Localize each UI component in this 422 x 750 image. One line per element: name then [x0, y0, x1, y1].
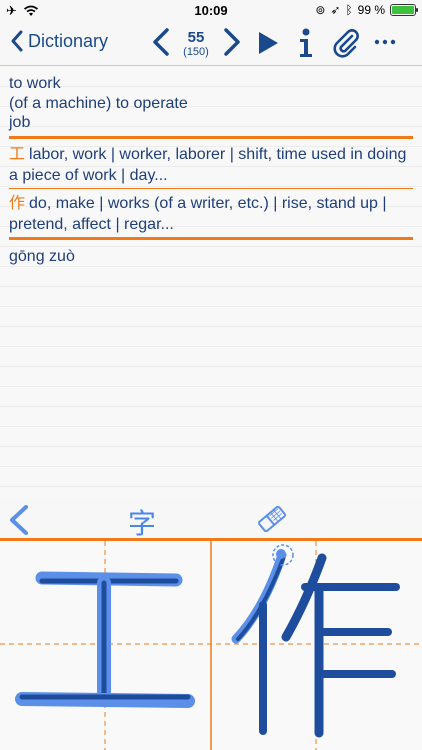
writing-canvas	[0, 541, 422, 750]
entry-counter: 55 (150)	[172, 30, 220, 59]
eraser-button[interactable]	[255, 504, 289, 534]
definition-list: to work (of a machine) to operate job	[9, 74, 188, 133]
definition-line: (of a machine) to operate	[9, 94, 188, 112]
dictionary-back-button[interactable]: Dictionary	[10, 30, 108, 52]
character-divider	[9, 188, 413, 189]
character-gloss: labor, work | worker, laborer | shift, t…	[9, 146, 407, 184]
character-hanzi: 工	[9, 146, 26, 163]
chevron-left-icon	[11, 30, 23, 52]
handwritten-character-zuo	[231, 544, 400, 738]
back-label: Dictionary	[28, 30, 109, 51]
previous-entry-button[interactable]	[150, 27, 172, 57]
character-hanzi: 作	[9, 195, 26, 212]
definition-line: job	[9, 114, 31, 131]
next-entry-button[interactable]	[221, 27, 243, 57]
battery-level-fill	[392, 6, 414, 14]
rotation-lock-icon: ⊚	[315, 3, 326, 17]
bluetooth-icon: ᛒ	[345, 3, 353, 17]
battery-icon	[390, 4, 418, 16]
entry-total: (150)	[183, 46, 209, 58]
definition-line: to work	[9, 75, 61, 92]
section-divider	[9, 237, 413, 240]
status-bar: ✈ 10:09 ⊚ ➶ ᛒ 99 %	[0, 0, 422, 22]
navigation-bar: Dictionary 55 (150)	[0, 22, 422, 66]
character-entry[interactable]: 工 labor, work | worker, laborer | shift, …	[9, 144, 413, 186]
character-mode-button[interactable]: 字	[128, 502, 156, 542]
writing-back-button[interactable]	[6, 504, 32, 536]
character-gloss: do, make | works (of a writer, etc.) | r…	[9, 195, 387, 233]
pinyin: gōng zuò	[9, 248, 75, 265]
play-audio-button[interactable]	[257, 31, 279, 55]
battery-percent: 99 %	[357, 3, 385, 17]
entry-content: to work (of a machine) to operate job 工l…	[0, 67, 422, 500]
character-entry[interactable]: 作 do, make | works (of a writer, etc.) | …	[9, 193, 413, 235]
attachment-button[interactable]	[332, 28, 360, 58]
writing-toolbar: 字	[0, 500, 422, 540]
writing-area[interactable]: 工 作	[0, 541, 422, 750]
more-options-button[interactable]	[374, 38, 396, 46]
handwritten-character-gong	[15, 571, 195, 708]
section-divider	[9, 136, 413, 139]
entry-number: 55	[187, 29, 205, 46]
location-icon: ➶	[330, 3, 341, 17]
info-button[interactable]	[298, 28, 314, 58]
